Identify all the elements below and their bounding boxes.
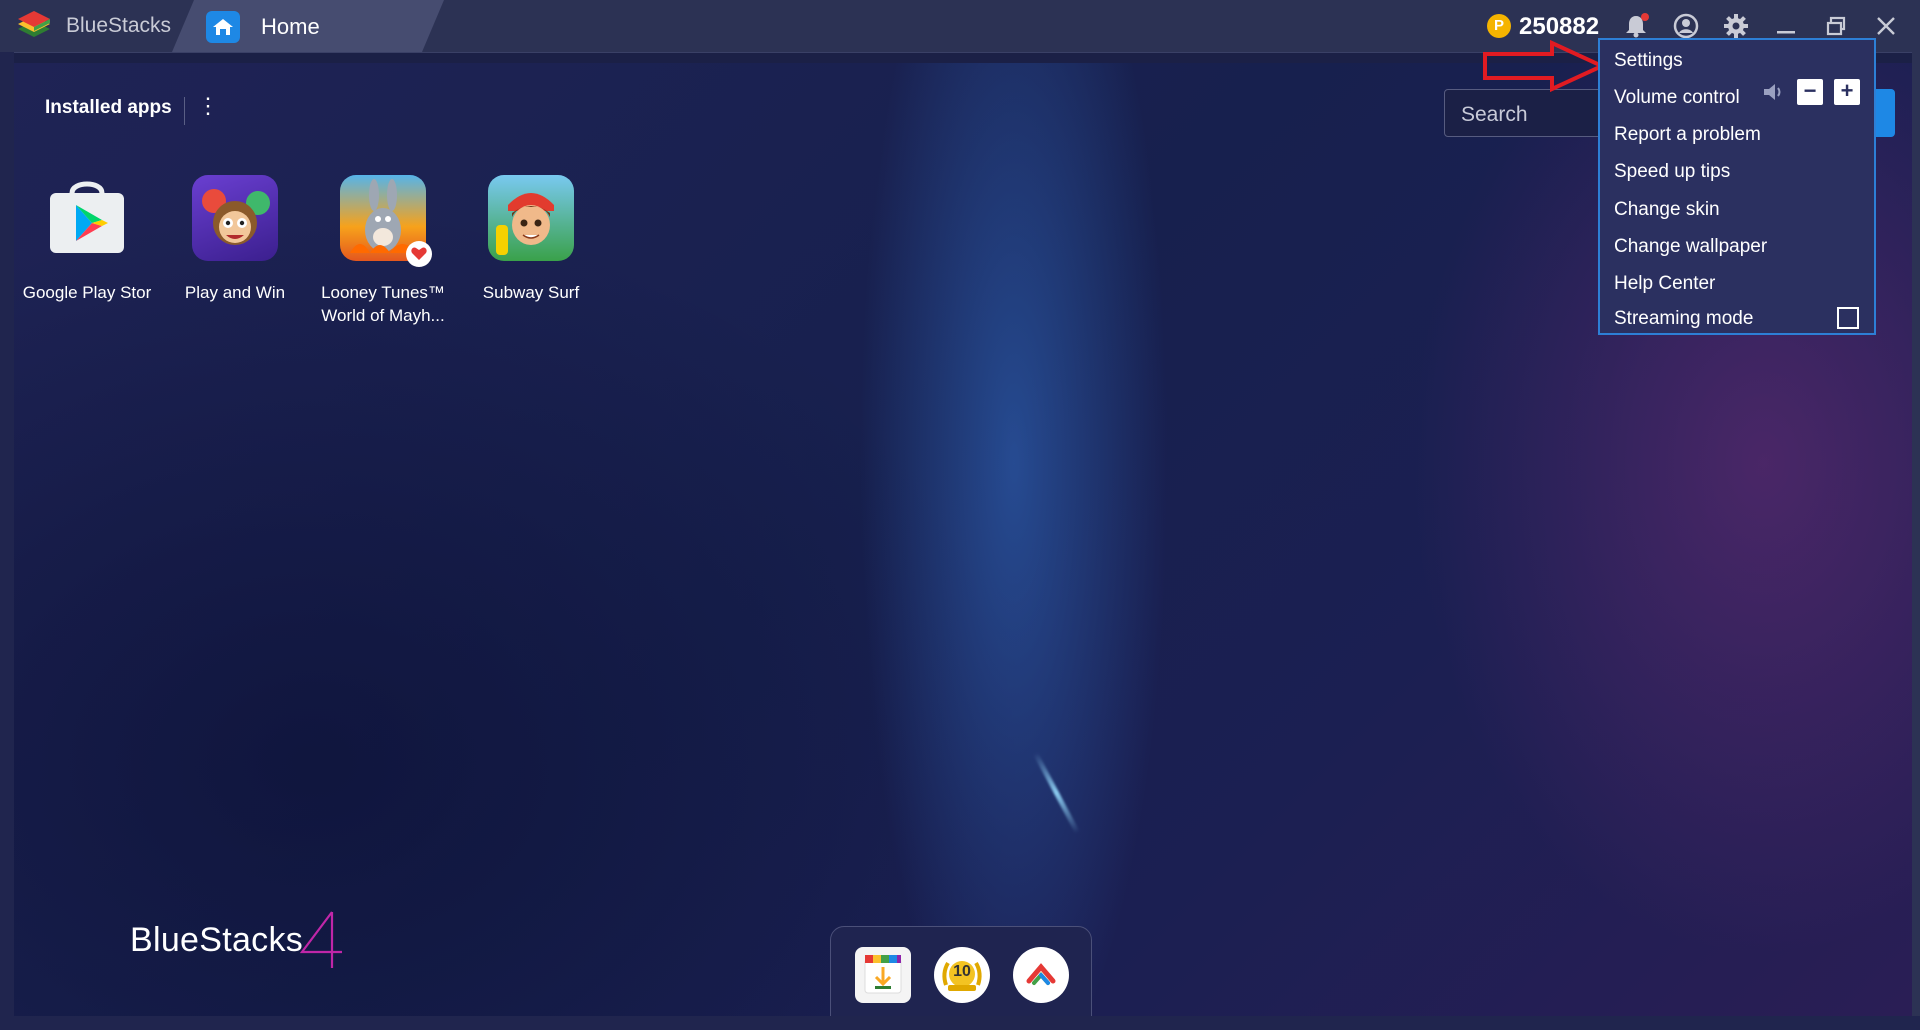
- menu-item-help-center[interactable]: Help Center: [1614, 269, 1715, 299]
- menu-item-change-wallpaper[interactable]: Change wallpaper: [1614, 232, 1767, 262]
- volume-decrease-button[interactable]: −: [1797, 79, 1823, 105]
- google-play-store-icon: [44, 175, 130, 261]
- play-and-win-icon: [192, 175, 278, 261]
- app-label: Google Play Stor: [22, 283, 152, 302]
- app-google-play-store[interactable]: Google Play Stor: [14, 175, 161, 304]
- app-label: Subway Surf: [482, 283, 580, 302]
- bottom-dock: 10: [830, 926, 1092, 1016]
- wallpaper-streak: [1033, 752, 1080, 834]
- notification-dot: [1641, 13, 1649, 21]
- installed-apps-title: Installed apps: [45, 97, 172, 118]
- heart-badge-icon: [406, 241, 432, 267]
- menu-item-streaming-mode[interactable]: Streaming mode: [1614, 304, 1753, 334]
- menu-item-speed-up-tips[interactable]: Speed up tips: [1614, 157, 1730, 187]
- home-icon[interactable]: [206, 11, 240, 43]
- app-center-icon[interactable]: [855, 947, 911, 1003]
- installed-apps-more-button[interactable]: ⋮: [197, 93, 219, 119]
- tab-home-label[interactable]: Home: [261, 14, 320, 40]
- gear-icon[interactable]: [1722, 12, 1750, 40]
- coin-count[interactable]: 250882: [1519, 13, 1599, 41]
- app-label: Play and Win: [184, 283, 286, 302]
- coin-icon[interactable]: P: [1487, 14, 1511, 38]
- bluestacks-wordmark: BlueStacks: [130, 921, 304, 959]
- settings-menu: Settings Volume control − + Report a pro…: [1598, 38, 1876, 335]
- menu-item-report-problem[interactable]: Report a problem: [1614, 120, 1761, 150]
- bell-icon[interactable]: [1622, 12, 1650, 40]
- volume-icon[interactable]: [1762, 82, 1784, 102]
- app-subway-surf[interactable]: Subway Surf: [457, 175, 605, 304]
- menu-item-volume-control: Volume control: [1614, 87, 1740, 108]
- app-play-and-win[interactable]: Play and Win: [161, 175, 309, 304]
- app-label: Looney Tunes™ World of Mayh...: [321, 283, 445, 325]
- account-icon[interactable]: [1672, 12, 1700, 40]
- level-badge-icon[interactable]: 10: [934, 947, 990, 1003]
- version-4-logo: [299, 911, 342, 968]
- menu-item-settings[interactable]: Settings: [1614, 46, 1683, 76]
- brand: BlueStacks: [0, 0, 185, 52]
- divider: [184, 97, 185, 125]
- app-name: BlueStacks: [66, 14, 172, 37]
- restore-icon[interactable]: [1822, 12, 1850, 40]
- subway-surf-icon: [488, 175, 574, 261]
- bluestacks-logo-icon: [18, 11, 50, 37]
- red-arrow-annotation: [1483, 40, 1607, 92]
- game-center-icon[interactable]: [1013, 947, 1069, 1003]
- close-icon[interactable]: [1872, 12, 1900, 40]
- window-frame-left: [0, 52, 14, 1030]
- level-number: 10: [953, 963, 971, 980]
- menu-item-change-skin[interactable]: Change skin: [1614, 195, 1720, 225]
- streaming-mode-checkbox[interactable]: [1837, 307, 1859, 329]
- minimize-icon[interactable]: [1772, 12, 1800, 40]
- app-looney-tunes[interactable]: Looney Tunes™ World of Mayh...: [309, 175, 457, 327]
- window-frame-right: [1912, 52, 1920, 1030]
- volume-increase-button[interactable]: +: [1834, 79, 1860, 105]
- window-frame-bottom: [0, 1016, 1920, 1030]
- looney-tunes-icon: [340, 175, 432, 267]
